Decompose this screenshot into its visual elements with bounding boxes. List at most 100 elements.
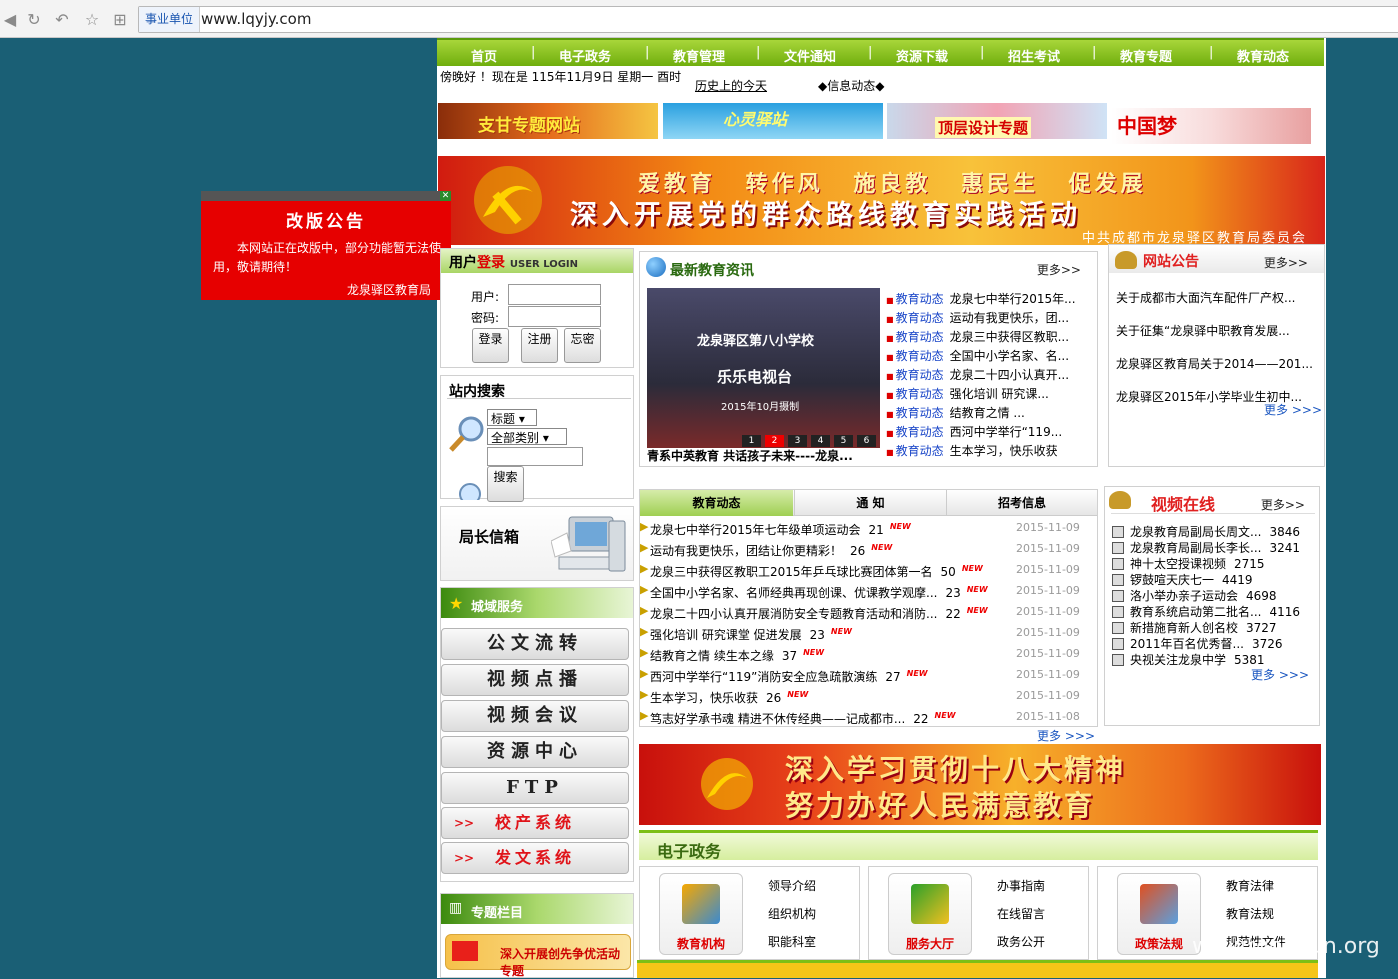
video-title-text[interactable]: 教育系统启动第二批名... [1130, 605, 1261, 619]
news-category[interactable]: 教育动态 [896, 444, 944, 458]
row-title[interactable]: 龙泉二十四小认真开展消防安全专题教育活动和消防... 22 NEW [650, 605, 988, 622]
row-title[interactable]: 全国中小学名家、名师经典再现创课、优课教学观摩... 23 NEW [650, 584, 988, 601]
row-title[interactable]: 龙泉七中举行2015年七年级单项运动会 21 NEW [650, 521, 911, 538]
news-category[interactable]: 教育动态 [896, 292, 944, 306]
row-title[interactable]: 笃志好学承书魂 精进不休传经典——记成都市... 22 NEW [650, 710, 956, 727]
news-item[interactable]: ■ 教育动态 西河中学举行“119... [886, 423, 1062, 442]
refresh-icon[interactable]: ↻ [24, 10, 44, 30]
announce-item[interactable]: 关于征集“龙泉驿中职教育发展... [1116, 322, 1290, 339]
news-text[interactable]: 西河中学举行“119... [950, 425, 1063, 439]
egov-icon-1[interactable]: 服务大厅 [888, 873, 972, 955]
row-title[interactable]: 龙泉三中获得区教职工2015年乒乓球比赛团体第一名 50 NEW [650, 563, 983, 580]
video-item[interactable]: 新措施育新人创名校 3727 [1112, 619, 1277, 636]
news-category[interactable]: 教育动态 [896, 349, 944, 363]
nav-item-1[interactable]: 电子政务 [559, 46, 611, 65]
back-icon[interactable]: ◀ [0, 10, 20, 30]
egov-link[interactable]: 职能科室 [768, 933, 816, 950]
service-dispatch-system[interactable]: >> 发文系统 [441, 842, 629, 874]
row-title[interactable]: 强化培训 研究课堂 促进发展 23 NEW [650, 626, 852, 643]
news-text[interactable]: 生本学习，快乐收获 [950, 444, 1058, 458]
table-row[interactable]: ▶ 龙泉七中举行2015年七年级单项运动会 21 NEW 2015-11-09 [640, 518, 1095, 539]
news-text[interactable]: 结教育之情 ... [950, 406, 1025, 420]
tab-notice[interactable]: 通 知 [794, 490, 946, 516]
password-input[interactable] [508, 306, 601, 327]
video-item[interactable]: 锣鼓喧天庆七一 4419 [1112, 571, 1253, 588]
news-text[interactable]: 强化培训 研究课... [950, 387, 1049, 401]
table-row[interactable]: ▶ 龙泉三中获得区教职工2015年乒乓球比赛团体第一名 50 NEW 2015-11-0… [640, 560, 1095, 581]
star-icon[interactable]: ☆ [82, 10, 102, 30]
news-item[interactable]: ■ 教育动态 龙泉七中举行2015年... [886, 290, 1076, 309]
service-video-on-demand[interactable]: 视频点播 [441, 664, 629, 696]
video-item[interactable]: 龙泉教育局副局长李长... 3241 [1112, 539, 1300, 556]
announce-item[interactable]: 龙泉驿区教育局关于2014——201... [1116, 355, 1313, 372]
slide-page-5[interactable]: 5 [834, 435, 853, 447]
slide-page-1[interactable]: 1 [742, 435, 761, 447]
slide-page-4[interactable]: 4 [811, 435, 830, 447]
row-title[interactable]: 结教育之情 续生本之缘 37 NEW [650, 647, 824, 664]
banner-zhigan[interactable]: 支甘专题网站 [438, 103, 658, 139]
close-icon[interactable]: ✕ [440, 191, 451, 201]
announce-more-link[interactable]: 更多>> [1264, 254, 1308, 271]
news-text[interactable]: 龙泉七中举行2015年... [950, 292, 1076, 306]
video-item[interactable]: 央视关注龙泉中学 5381 [1112, 651, 1265, 668]
egov-link[interactable]: 在线留言 [997, 905, 1045, 922]
video-item[interactable]: 洛小举办亲子运动会 4698 [1112, 587, 1277, 604]
egov-link[interactable]: 组织机构 [768, 905, 816, 922]
news-category[interactable]: 教育动态 [896, 311, 944, 325]
search-button[interactable]: 搜索 [487, 466, 524, 502]
news-category[interactable]: 教育动态 [896, 368, 944, 382]
announce-item[interactable]: 龙泉驿区2015年小学毕业生初中... [1116, 388, 1302, 405]
egov-link[interactable]: 政务公开 [997, 933, 1045, 950]
video-title-text[interactable]: 央视关注龙泉中学 [1130, 653, 1226, 667]
egov-link[interactable]: 教育法律 [1226, 877, 1274, 894]
table-row[interactable]: ▶ 西河中学举行“119”消防安全应急疏散演练 27 NEW 2015-11-09 [640, 665, 1095, 686]
tab-admissions[interactable]: 招考信息 [946, 490, 1097, 516]
news-more-link[interactable]: 更多>> [1037, 261, 1081, 278]
news-text[interactable]: 运动有我更快乐，团... [950, 311, 1069, 325]
video-title-text[interactable]: 2011年百名优秀督... [1130, 637, 1244, 651]
egov-icon-0[interactable]: 教育机构 [659, 873, 743, 955]
service-document-flow[interactable]: 公文流转 [441, 628, 629, 660]
table-row[interactable]: ▶ 运动有我更快乐，团结让你更精彩！ 26 NEW 2015-11-09 [640, 539, 1095, 560]
slideshow-caption[interactable]: 青系中英教育 共话孩子未来----龙泉... [647, 447, 853, 464]
announce-item[interactable]: 关于成都市大面汽车配件厂产权... [1116, 289, 1295, 306]
video-item[interactable]: 2011年百名优秀督... 3726 [1112, 635, 1283, 652]
news-item[interactable]: ■ 教育动态 全国中小学名家、名... [886, 347, 1069, 366]
video-item[interactable]: 龙泉教育局副局长周文... 3846 [1112, 523, 1300, 540]
news-item[interactable]: ■ 教育动态 结教育之情 ... [886, 404, 1025, 423]
egov-link[interactable]: 领导介绍 [768, 877, 816, 894]
row-title[interactable]: 运动有我更快乐，团结让你更精彩！ 26 NEW [650, 542, 892, 559]
news-item[interactable]: ■ 教育动态 强化培训 研究课... [886, 385, 1049, 404]
table-row[interactable]: ▶ 结教育之情 续生本之缘 37 NEW 2015-11-09 [640, 644, 1095, 665]
slide-page-2[interactable]: 2 [765, 435, 784, 447]
banner-dingceng[interactable]: 顶层设计专题 [887, 103, 1107, 139]
news-text[interactable]: 全国中小学名家、名... [950, 349, 1069, 363]
news-slideshow[interactable]: 龙泉驿区第八小学校 乐乐电视台 2015年10月摄制 123456 [647, 288, 880, 448]
nav-item-4[interactable]: 资源下载 [896, 46, 948, 65]
director-mailbox[interactable]: 局长信箱 [440, 506, 634, 581]
topic-item[interactable]: 深入开展创先争优活动专题 [445, 934, 631, 978]
video-title-text[interactable]: 神十太空授课视频 [1130, 557, 1226, 571]
video-more-link[interactable]: 更多>> [1261, 496, 1305, 513]
news-text[interactable]: 龙泉三中获得区教职... [950, 330, 1069, 344]
info-link[interactable]: ◆信息动态◆ [818, 77, 884, 94]
egov-icon-2[interactable]: 政策法规 [1117, 873, 1201, 955]
egov-link[interactable]: 办事指南 [997, 877, 1045, 894]
row-title[interactable]: 生本学习，快乐收获 26 NEW [650, 689, 808, 706]
service-video-conference[interactable]: 视频会议 [441, 700, 629, 732]
row-title[interactable]: 西河中学举行“119”消防安全应急疏散演练 27 NEW [650, 668, 928, 685]
login-button[interactable]: 登录 [472, 328, 509, 363]
search-category-select[interactable]: 全部类别 ▾ [487, 428, 567, 445]
table-row[interactable]: ▶ 生本学习，快乐收获 26 NEW 2015-11-09 [640, 686, 1095, 707]
banner-18th[interactable]: 深入学习贯彻十八大精神 努力办好人民满意教育 [639, 744, 1321, 825]
banner-xinling[interactable]: 心灵驿站 [663, 103, 883, 139]
slide-page-6[interactable]: 6 [857, 435, 876, 447]
video-item[interactable]: 教育系统启动第二批名... 4116 [1112, 603, 1300, 620]
news-category[interactable]: 教育动态 [896, 425, 944, 439]
search-input[interactable] [487, 447, 583, 466]
news-item[interactable]: ■ 教育动态 生本学习，快乐收获 [886, 442, 1058, 461]
forgot-button[interactable]: 忘密 [564, 328, 601, 363]
egov-link[interactable]: 教育法规 [1226, 905, 1274, 922]
banner-zhongguomeng[interactable]: 中国梦 [1111, 108, 1311, 144]
video-item[interactable]: 神十太空授课视频 2715 [1112, 555, 1265, 572]
